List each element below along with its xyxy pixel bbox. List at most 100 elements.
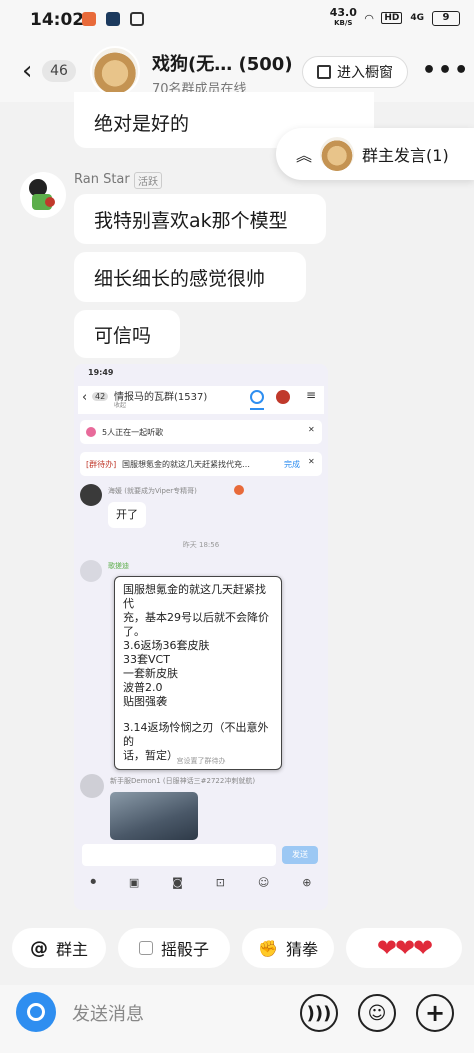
embedded-username: 海媛 (就要成为Viper专精哥) [108,487,197,495]
group-avatar[interactable] [90,46,140,96]
signal-icon: 4G [410,13,424,23]
embedded-menu-icon: ≡ [306,388,317,402]
gift-icon [130,12,144,26]
embedded-username: 新手服Demon1 (日服神话三#2722冲刺就航) [110,777,256,785]
dice-icon [138,941,153,955]
line [123,709,273,721]
hand-icon: ✊ [258,938,278,958]
owner-message-label: 群主发言(1) [362,146,449,165]
more-options-button[interactable]: ••• [422,58,470,83]
rps-button[interactable]: ✊ 猜拳 [242,928,334,968]
embedded-close-icon: ✕ [308,457,315,466]
embedded-send-button: 发送 [282,846,318,864]
app-notification-icon [82,12,96,26]
shop-button-label: 进入橱窗 [337,65,393,81]
file-icon: ⊡ [215,875,225,889]
embedded-message: 开了 [108,502,146,528]
embedded-time: 19:49 [88,368,114,377]
embedded-user-avatar [80,484,102,506]
embedded-todo-done: 完成 [284,460,300,469]
camera-icon: ◙ [172,875,183,889]
unread-count-badge[interactable]: 46 [42,60,76,82]
hearts-icon: ❤❤❤ [376,934,433,962]
at-owner-label: 群主 [55,940,88,959]
embedded-avatar-icon [276,390,290,404]
group-name: 戏狗(无… [152,54,233,75]
embedded-user-avatar [80,774,104,798]
emoji-icon: ☺ [367,1002,387,1024]
line: 波普2.0 [123,681,163,694]
net-speed: 43.0 [329,6,357,19]
at-owner-button[interactable]: @ 群主 [12,928,106,968]
hearts-button[interactable]: ❤❤❤ [346,928,462,968]
line: 3.14返场怜悯之刃（不出意外的 [123,721,269,748]
back-button[interactable]: ‹ [22,58,32,84]
message-text: 可信吗 [94,324,152,347]
voice-button[interactable]: ))) [300,994,338,1032]
plus-button[interactable]: + [416,994,454,1032]
message-bubble[interactable]: 我特别喜欢ak那个模型 [74,194,326,244]
message-text: 细长细长的感觉很帅 [94,267,266,290]
rps-label: 猜拳 [285,940,318,959]
embedded-unread: 42 [92,392,109,401]
owner-avatar [320,137,355,171]
line: 33套VCT [123,653,170,666]
embedded-title: 情报马的瓦群(1537) [114,392,208,403]
embedded-time-divider: 昨天 18:56 [182,541,220,549]
image-icon: ▣ [128,875,140,889]
embedded-back-icon: ‹ [82,390,88,405]
embedded-system-message: 宫设置了群待办 [176,757,226,765]
app-notification-icon [106,12,120,26]
net-unit: KB/S [334,19,353,27]
group-title[interactable]: 戏狗(无… (500) [152,50,293,76]
status-bar: 14:02 43.0 KB/S ◠ HD 4G 9 [0,0,474,40]
image-message[interactable]: 19:49 ‹ 42 情报马的瓦群(1537) 收起 ≡ 5人正在一起听歌 ✕ … [74,364,328,910]
message-text: 绝对是好的 [94,113,190,135]
line: 国服想氪金的就这几天赶紧找代 [123,583,266,610]
dice-button[interactable]: 摇骰子 [118,928,230,968]
embedded-chat-icon [250,390,264,404]
wifi-icon: ◠ [364,11,374,25]
dice-label: 摇骰子 [160,940,209,959]
sender-tag: 活跃 [134,172,162,189]
message-bubble[interactable]: 细长细长的感觉很帅 [74,252,306,302]
embedded-long-message: 国服想氪金的就这几天赶紧找代 充，基本29号以后就不会降价 了。 3.6返场36… [114,576,282,770]
chevron-up-icon: ︽ [296,146,313,165]
embedded-badge-icon [234,485,244,495]
emoji-button[interactable]: ☺ [358,994,396,1032]
sender-avatar[interactable] [20,172,66,218]
owner-message-float-button[interactable]: ︽ 群主发言(1) [276,128,474,180]
embedded-username: 歌搓迪 [108,562,129,570]
status-right: 43.0 KB/S ◠ HD 4G 9 [329,6,460,28]
enter-shop-button[interactable]: 进入橱窗 [302,56,408,88]
embedded-user-avatar [80,560,102,582]
camera-icon [27,1003,45,1021]
mic-icon: ⏺ [90,875,96,888]
bag-icon [317,65,331,79]
member-count: (500) [238,54,293,75]
line: 贴图强袭 [123,695,167,708]
embedded-tab-indicator [250,408,264,410]
hd-badge: HD [381,12,403,24]
embedded-close-icon: ✕ [308,425,315,434]
camera-button[interactable] [16,992,56,1032]
embedded-listening-text: 5人正在一起听歌 [102,428,164,437]
embedded-toolbar: ⏺ ▣ ◙ ⊡ ☺ ⊕ [74,870,328,894]
plus-icon: ⊕ [302,875,312,889]
line: 了。 [123,625,145,638]
message-input[interactable]: 发送消息 [72,1000,144,1026]
message-bubble[interactable]: 可信吗 [74,310,180,358]
voice-icon: ))) [306,1002,332,1024]
clock: 14:02 [30,10,85,30]
sender-name[interactable]: Ran Star [74,172,130,187]
battery-icon: 9 [432,10,460,26]
embedded-image [110,792,198,840]
plus-icon: + [424,999,446,1027]
line: 充，基本29号以后就不会降价 [123,611,269,624]
line: 一套新皮肤 [123,667,178,680]
embedded-input [82,844,276,866]
message-text: 我特别喜欢ak那个模型 [94,209,288,232]
line: 3.6返场36套皮肤 [123,639,210,652]
embedded-todo-tag: [群待办] [86,460,117,469]
emoji-icon: ☺ [257,875,270,889]
